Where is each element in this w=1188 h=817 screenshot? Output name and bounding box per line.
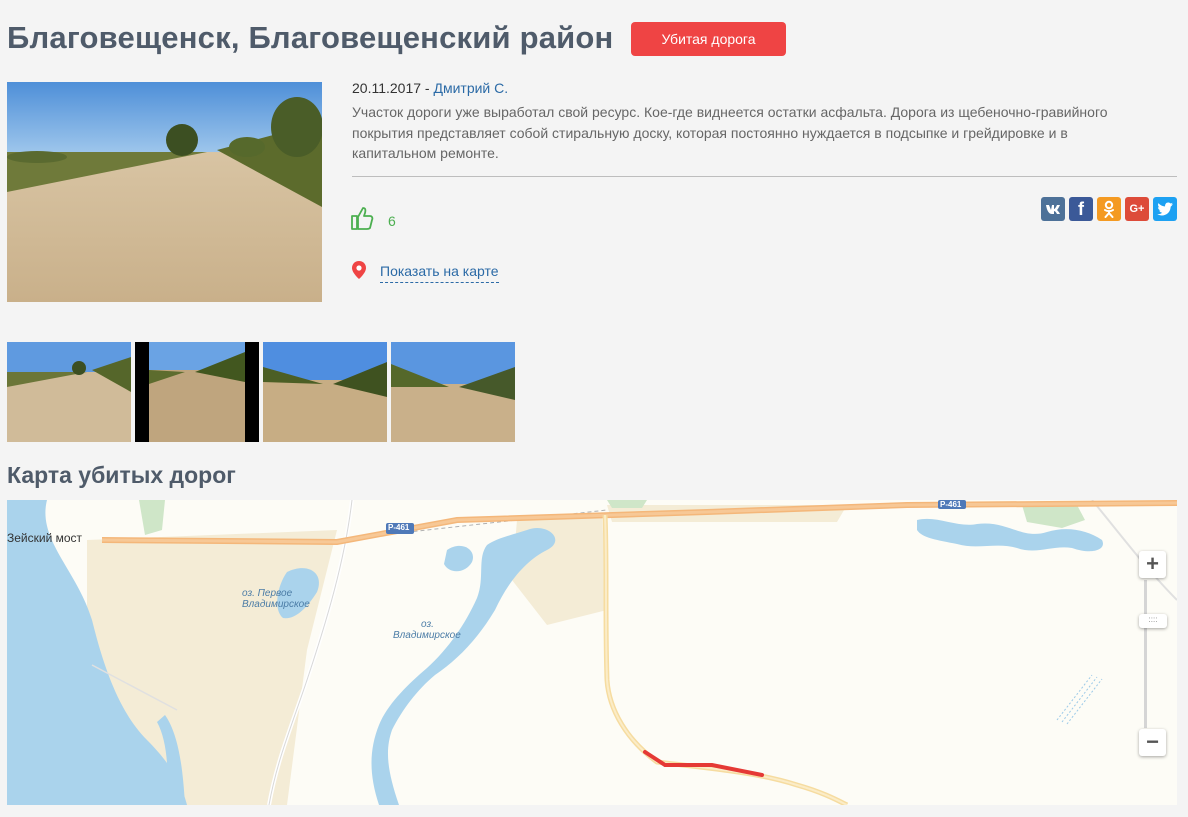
show-on-map-link[interactable]: Показать на карте bbox=[380, 263, 499, 283]
share-buttons: f G+ bbox=[1041, 197, 1177, 221]
google-plus-icon: G+ bbox=[1129, 203, 1145, 215]
thumbnail[interactable] bbox=[7, 342, 131, 442]
map-label-lake: Владимирское bbox=[242, 599, 310, 610]
zoom-in-button[interactable]: + bbox=[1139, 551, 1166, 578]
vk-icon bbox=[1046, 205, 1060, 214]
divider bbox=[352, 176, 1177, 177]
thumbnail[interactable] bbox=[391, 342, 515, 442]
author-link[interactable]: Дмитрий С. bbox=[433, 80, 508, 96]
thumbnail[interactable] bbox=[135, 342, 259, 442]
map-label-lake: оз. Первое bbox=[242, 588, 293, 599]
odnoklassniki-icon bbox=[1104, 200, 1114, 218]
like-button[interactable]: 6 bbox=[350, 205, 396, 236]
zoom-slider-track[interactable] bbox=[1144, 580, 1147, 728]
page-title: Благовещенск, Благовещенский район bbox=[7, 20, 614, 55]
post-date: 20.11.2017 bbox=[352, 80, 422, 96]
section-title: Карта убитых дорог bbox=[7, 462, 236, 488]
map-label-lake: Владимирское bbox=[393, 630, 461, 641]
road-shield-label: Р-461 bbox=[388, 523, 410, 532]
google-plus-share-button[interactable]: G+ bbox=[1125, 197, 1149, 221]
map-pin-icon bbox=[352, 261, 366, 284]
meta-separator: - bbox=[421, 80, 434, 96]
thumbnail[interactable] bbox=[263, 342, 387, 442]
show-on-map[interactable]: Показать на карте bbox=[352, 261, 499, 284]
vk-share-button[interactable] bbox=[1041, 197, 1065, 221]
thumbs-up-icon bbox=[350, 205, 374, 236]
twitter-share-button[interactable] bbox=[1153, 197, 1177, 221]
post-meta: 20.11.2017 - Дмитрий С. bbox=[352, 80, 508, 96]
zoom-out-button[interactable]: − bbox=[1139, 729, 1166, 756]
status-badge: Убитая дорога bbox=[631, 22, 786, 56]
facebook-share-button[interactable]: f bbox=[1069, 197, 1093, 221]
photo-thumbnails bbox=[7, 342, 515, 442]
map-label-lake: оз. bbox=[421, 619, 434, 630]
facebook-icon: f bbox=[1078, 198, 1084, 219]
post-description: Участок дороги уже выработал свой ресурс… bbox=[352, 104, 1108, 161]
twitter-icon bbox=[1157, 202, 1173, 216]
map-view[interactable]: Зейский мост Р-461 Р-461 оз. Первое Влад… bbox=[7, 500, 1177, 805]
zoom-slider-handle[interactable]: :::: bbox=[1139, 614, 1167, 628]
like-count: 6 bbox=[388, 212, 396, 229]
odnoklassniki-share-button[interactable] bbox=[1097, 197, 1121, 221]
road-shield-label: Р-461 bbox=[940, 500, 962, 509]
main-photo[interactable] bbox=[7, 82, 322, 302]
map-label-bridge: Зейский мост bbox=[7, 531, 83, 545]
